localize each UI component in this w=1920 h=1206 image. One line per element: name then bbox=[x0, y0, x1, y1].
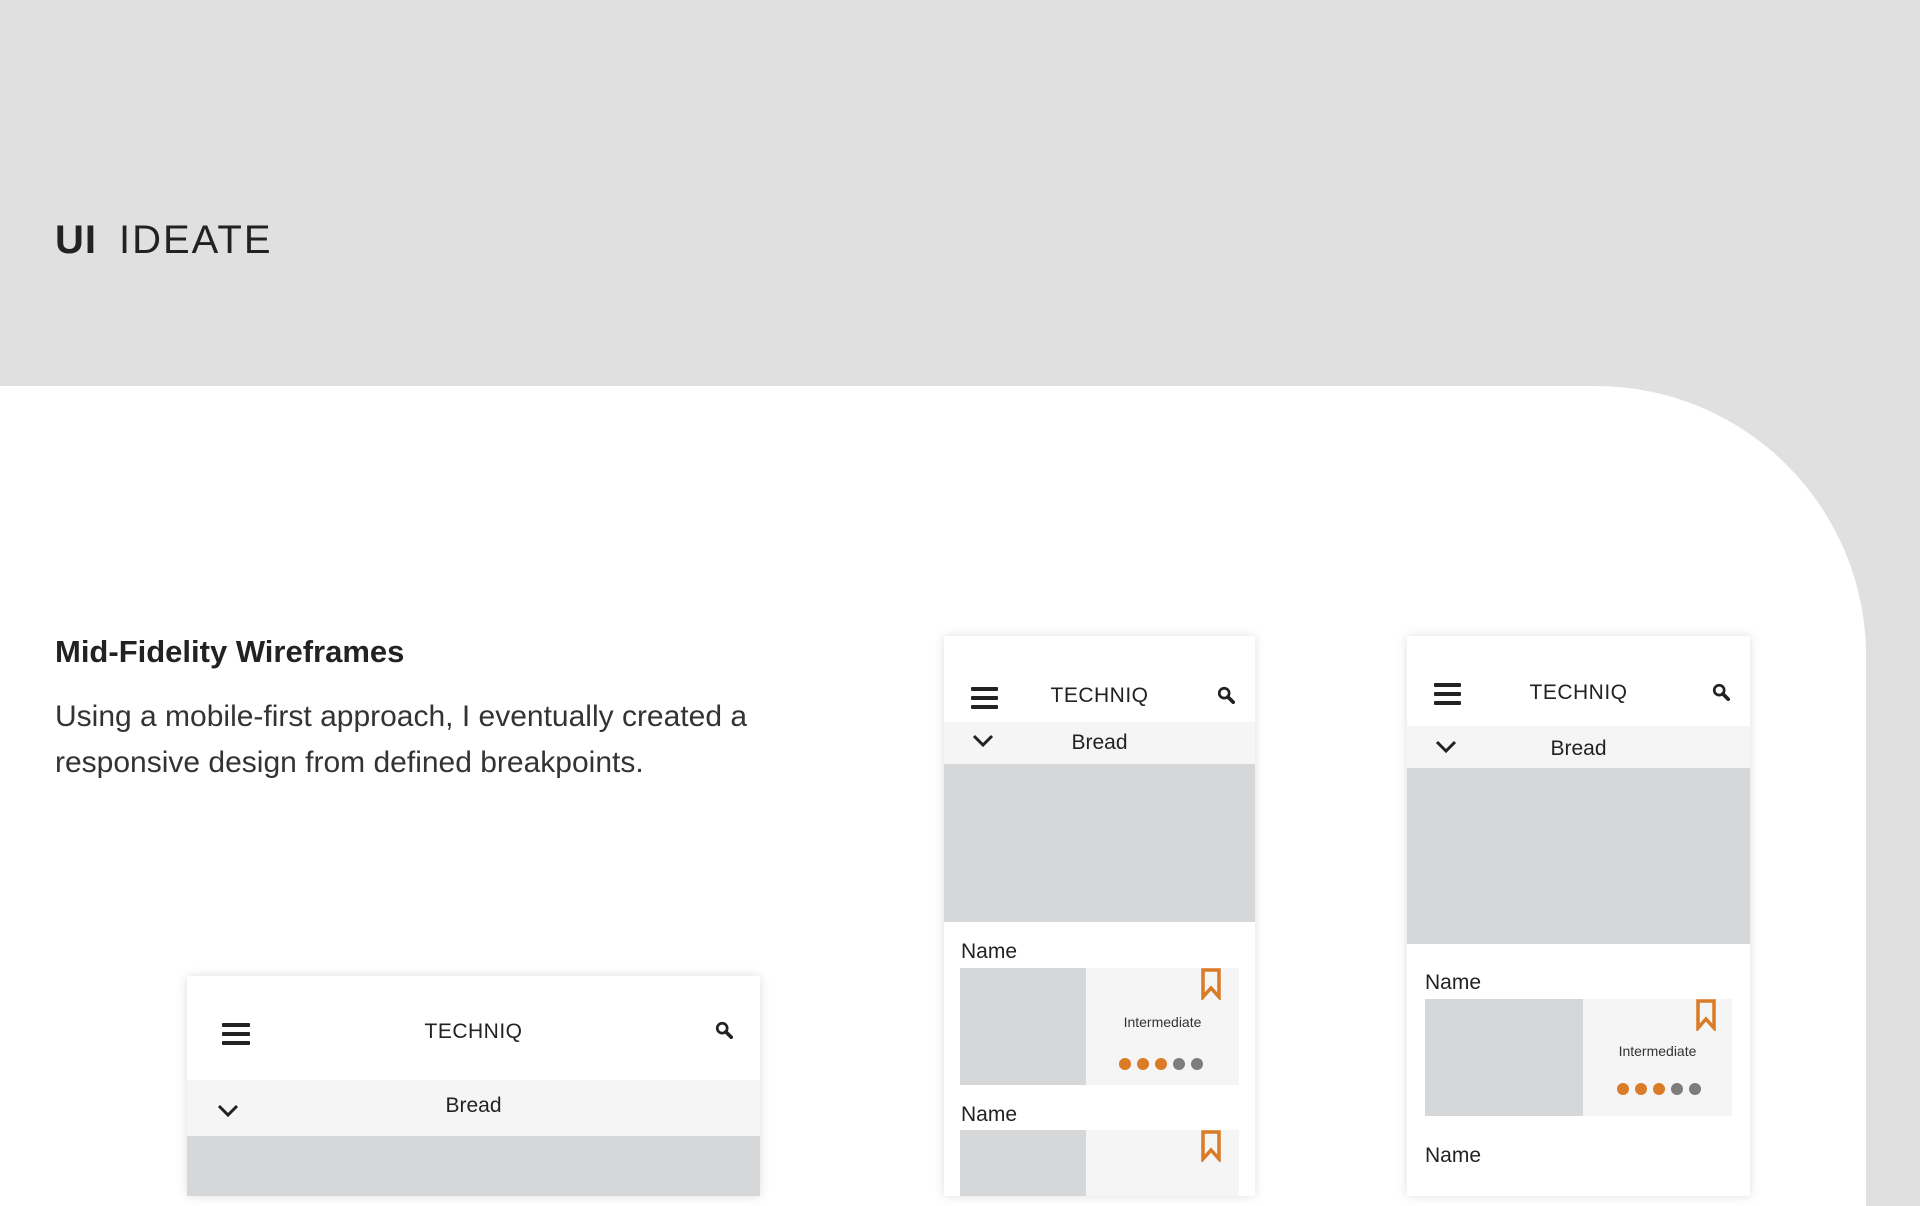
app-brand: TECHNIQ bbox=[1050, 684, 1149, 707]
recipe-name: Name bbox=[1425, 971, 1482, 994]
category-label: Bread bbox=[1550, 737, 1607, 760]
header-ui-label: UI bbox=[55, 218, 97, 262]
app-brand: TECHNIQ bbox=[1529, 681, 1628, 704]
hero-image-placeholder bbox=[1407, 768, 1750, 944]
bookmark-icon[interactable] bbox=[1201, 1130, 1221, 1162]
app-brand: TECHNIQ bbox=[424, 1020, 523, 1043]
section-heading: Mid-Fidelity Wireframes bbox=[55, 634, 405, 669]
difficulty-label: Intermediate bbox=[1618, 1043, 1697, 1059]
difficulty-rating bbox=[1119, 1058, 1203, 1070]
recipe-card[interactable]: Intermediate bbox=[960, 968, 1239, 1085]
page-header: UI IDEATE bbox=[55, 218, 273, 263]
app-topbar: TECHNIQ bbox=[944, 636, 1255, 722]
search-icon[interactable] bbox=[1217, 686, 1235, 704]
app-topbar: TECHNIQ bbox=[1407, 636, 1750, 726]
recipe-thumbnail bbox=[1425, 999, 1583, 1116]
recipe-name: Name bbox=[961, 940, 1018, 963]
search-icon[interactable] bbox=[1712, 683, 1730, 701]
section-description: Using a mobile-first approach, I eventua… bbox=[55, 700, 748, 779]
hero-image-placeholder bbox=[944, 764, 1255, 922]
recipe-name: Name bbox=[1425, 1144, 1482, 1167]
wireframe-mobile: TECHNIQ Bread Name Intermediate Name bbox=[944, 636, 1255, 1196]
recipe-thumbnail bbox=[960, 1130, 1086, 1196]
search-icon[interactable] bbox=[715, 1021, 733, 1039]
recipe-card[interactable] bbox=[960, 1130, 1239, 1196]
bookmark-icon[interactable] bbox=[1696, 999, 1716, 1031]
header-section-label: IDEATE bbox=[119, 218, 273, 262]
recipe-thumbnail bbox=[960, 968, 1086, 1085]
category-bar[interactable]: Bread bbox=[1407, 726, 1750, 768]
category-label: Bread bbox=[1071, 731, 1128, 754]
difficulty-rating bbox=[1617, 1083, 1701, 1095]
category-bar[interactable]: Bread bbox=[187, 1080, 760, 1136]
bookmark-icon[interactable] bbox=[1201, 968, 1221, 1000]
recipe-card[interactable]: Intermediate bbox=[1425, 999, 1732, 1116]
difficulty-label: Intermediate bbox=[1123, 1014, 1202, 1030]
wireframe-desktop: TECHNIQ Bread bbox=[187, 976, 760, 1196]
category-bar[interactable]: Bread bbox=[944, 722, 1255, 764]
recipe-name: Name bbox=[961, 1103, 1018, 1126]
hero-image-placeholder bbox=[187, 1136, 760, 1196]
wireframe-tablet: TECHNIQ Bread Name Intermediate Name bbox=[1407, 636, 1750, 1196]
app-topbar: TECHNIQ bbox=[187, 976, 760, 1080]
category-label: Bread bbox=[445, 1094, 502, 1117]
